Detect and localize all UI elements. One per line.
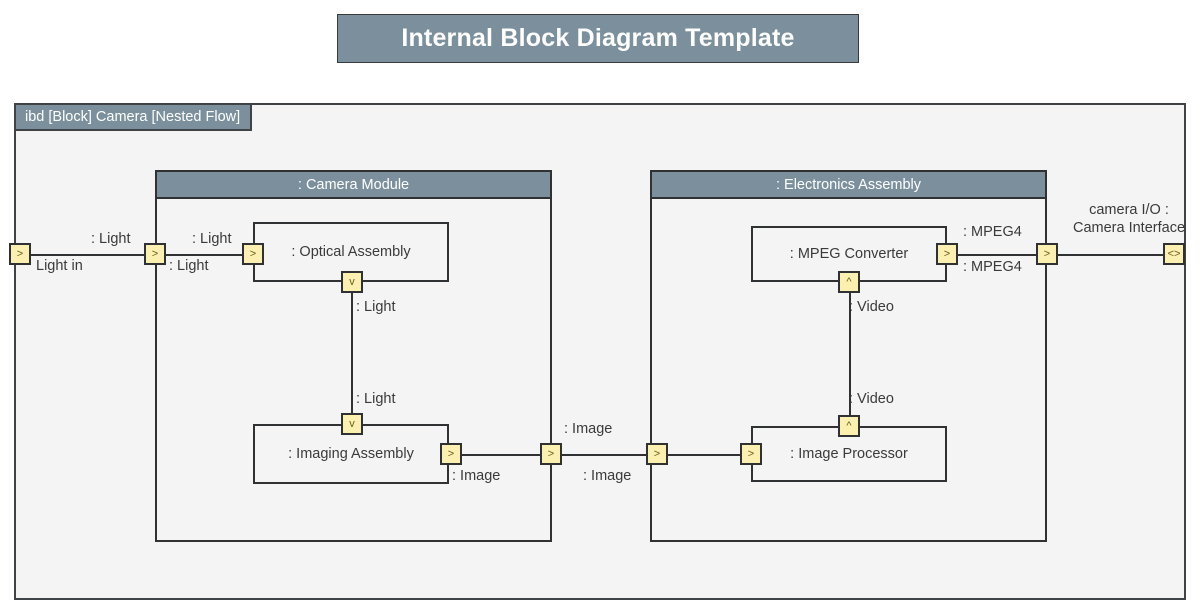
page-title: Internal Block Diagram Template [401,24,795,52]
port-mpeg-converter-video-in-glyph: ^ [846,275,852,288]
label-light-frame-to-module-bottom: : Light [169,258,209,274]
block-optical-assembly-label: : Optical Assembly [291,244,411,260]
port-mpeg-converter-mpeg4-out[interactable]: > [936,243,958,265]
label-frame-light-in: Light in [36,258,83,274]
label-mpeg4-converter-out-top: : MPEG4 [963,224,1022,240]
port-optical-assembly-light-out-glyph: v [349,275,355,288]
part-electronics-assembly-header: : Electronics Assembly [652,172,1045,199]
block-image-processor-label: : Image Processor [790,446,908,462]
port-optical-assembly-light-in-glyph: > [249,247,257,260]
port-electronics-assembly-mpeg4-out-glyph: > [1043,247,1051,260]
connector-mpeg4-converter-to-electronics [958,254,1037,256]
port-optical-assembly-light-in[interactable]: > [242,243,264,265]
port-camera-module-image-out-glyph: > [547,447,555,460]
port-frame-light-in[interactable]: > [9,243,31,265]
port-image-processor-video-out[interactable]: ^ [838,415,860,437]
port-imaging-assembly-image-out-glyph: > [447,447,455,460]
port-imaging-assembly-image-out[interactable]: > [440,443,462,465]
connector-light-optical-to-imaging [351,293,353,424]
diagram-title-banner: Internal Block Diagram Template [337,14,859,63]
connector-mpeg4-electronics-to-frame [1058,254,1163,256]
block-imaging-assembly-label: : Imaging Assembly [288,446,414,462]
label-light-optical-down-bottom: : Light [356,391,396,407]
port-image-processor-image-in[interactable]: > [740,443,762,465]
connector-image-imaging-to-module [461,454,540,456]
label-image-module-out-top: : Image [564,421,613,437]
diagram-canvas: Internal Block Diagram Template ibd [Blo… [0,0,1200,612]
port-electronics-assembly-image-in[interactable]: > [646,443,668,465]
connector-light-frame-to-module [31,254,144,256]
port-imaging-assembly-light-in-glyph: v [349,417,355,430]
label-video-mpeg-in: : Video [849,299,894,315]
port-electronics-assembly-image-in-glyph: > [653,447,661,460]
frame-label: ibd [Block] Camera [Nested Flow] [16,105,253,131]
block-mpeg-converter-label: : MPEG Converter [789,246,909,262]
label-image-module-out-bottom: : Image [583,468,632,484]
label-mpeg4-converter-out-bottom: : MPEG4 [963,259,1022,275]
label-image-imaging-out: : Image [452,468,501,484]
port-frame-light-in-glyph: > [16,247,24,260]
label-camera-io-line2: Camera Interface [1072,220,1186,236]
connector-image-electronics-to-processor [668,454,740,456]
label-video-processor-out: : Video [849,391,894,407]
connector-light-module-to-optical [166,254,242,256]
port-camera-module-light-in[interactable]: > [144,243,166,265]
port-electronics-assembly-mpeg4-out[interactable]: > [1036,243,1058,265]
label-light-optical-down-top: : Light [356,299,396,315]
label-camera-io-line1: camera I/O : [1089,202,1169,218]
port-camera-module-image-out[interactable]: > [540,443,562,465]
port-frame-camera-io-glyph: <> [1167,247,1181,260]
label-light-frame-to-module-top: : Light [91,231,131,247]
port-imaging-assembly-light-in[interactable]: v [341,413,363,435]
part-camera-module-header: : Camera Module [157,172,550,199]
connector-image-module-to-electronics [561,454,646,456]
label-light-module-to-optical-top: : Light [192,231,232,247]
port-camera-module-light-in-glyph: > [151,247,159,260]
port-mpeg-converter-video-in[interactable]: ^ [838,271,860,293]
port-image-processor-image-in-glyph: > [747,447,755,460]
port-frame-camera-io[interactable]: <> [1163,243,1185,265]
port-mpeg-converter-mpeg4-out-glyph: > [943,247,951,260]
port-image-processor-video-out-glyph: ^ [846,419,852,432]
port-optical-assembly-light-out[interactable]: v [341,271,363,293]
